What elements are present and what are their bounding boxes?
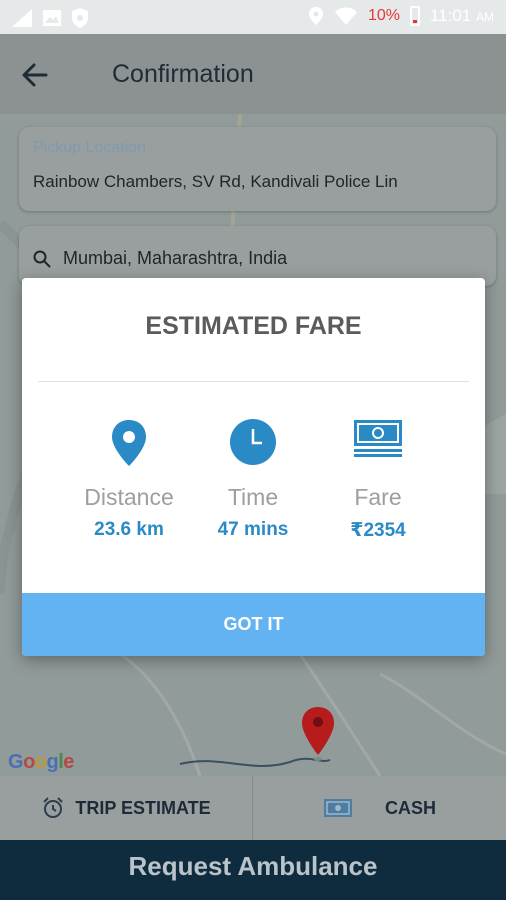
location-icon <box>308 7 323 25</box>
google-letter: o <box>23 751 35 773</box>
cash-icon <box>323 799 352 817</box>
google-letter: G <box>8 751 24 773</box>
map-pin-icon <box>302 707 334 761</box>
pickup-location-card[interactable]: Pickup Location Rainbow Chambers, SV Rd,… <box>19 127 496 211</box>
clock-icon <box>230 419 276 465</box>
bottom-options-bar: TRIP ESTIMATE CASH <box>0 776 506 840</box>
signal-icon <box>12 9 32 27</box>
trip-estimate-label: TRIP ESTIMATE <box>75 797 211 818</box>
fare-item-fare: Fare ₹2354 <box>303 418 453 542</box>
google-letter: g <box>46 751 59 773</box>
search-icon <box>33 250 51 268</box>
payment-label: CASH <box>384 797 436 818</box>
google-letter: o <box>34 751 47 773</box>
destination-value: Mumbai, Maharashtra, India <box>63 248 288 268</box>
google-letter: e <box>63 751 74 773</box>
fare-item-value: ₹2354 <box>350 520 406 541</box>
app-bar: Confirmation <box>0 34 506 114</box>
estimated-fare-dialog: ESTIMATED FARE Distance 23.6 km Time 47 … <box>22 278 485 656</box>
alarm-clock-icon <box>43 797 64 818</box>
divider <box>38 381 469 382</box>
battery-percent: 10% <box>367 7 400 24</box>
destination-search-card[interactable]: Mumbai, Maharashtra, India <box>19 226 496 286</box>
fare-item-key: Fare <box>354 484 402 510</box>
pickup-location-value: Rainbow Chambers, SV Rd, Kandivali Polic… <box>33 172 398 191</box>
banknote-icon <box>354 420 402 457</box>
page-title: Confirmation <box>112 60 254 88</box>
arrow-left-icon[interactable] <box>20 60 50 90</box>
request-ambulance-button[interactable]: Request Ambulance <box>0 840 506 900</box>
got-it-button[interactable]: GOT IT <box>22 593 485 656</box>
status-bar: 10% 11:01 AM <box>0 0 506 34</box>
image-icon <box>43 10 61 26</box>
wifi-icon <box>334 7 357 25</box>
location-pin-icon <box>112 420 146 466</box>
google-attribution: Google <box>8 751 74 774</box>
payment-cash-button[interactable]: CASH <box>253 776 506 840</box>
battery-icon <box>409 6 420 26</box>
vpn-shield-icon <box>72 8 88 28</box>
dialog-title: ESTIMATED FARE <box>145 312 362 340</box>
clock-time: 11:01 <box>429 6 472 25</box>
pickup-location-label: Pickup Location <box>33 139 146 156</box>
clock-ampm: AM <box>476 10 494 24</box>
clock: 11:01 AM <box>430 6 494 26</box>
trip-estimate-button[interactable]: TRIP ESTIMATE <box>0 776 253 840</box>
